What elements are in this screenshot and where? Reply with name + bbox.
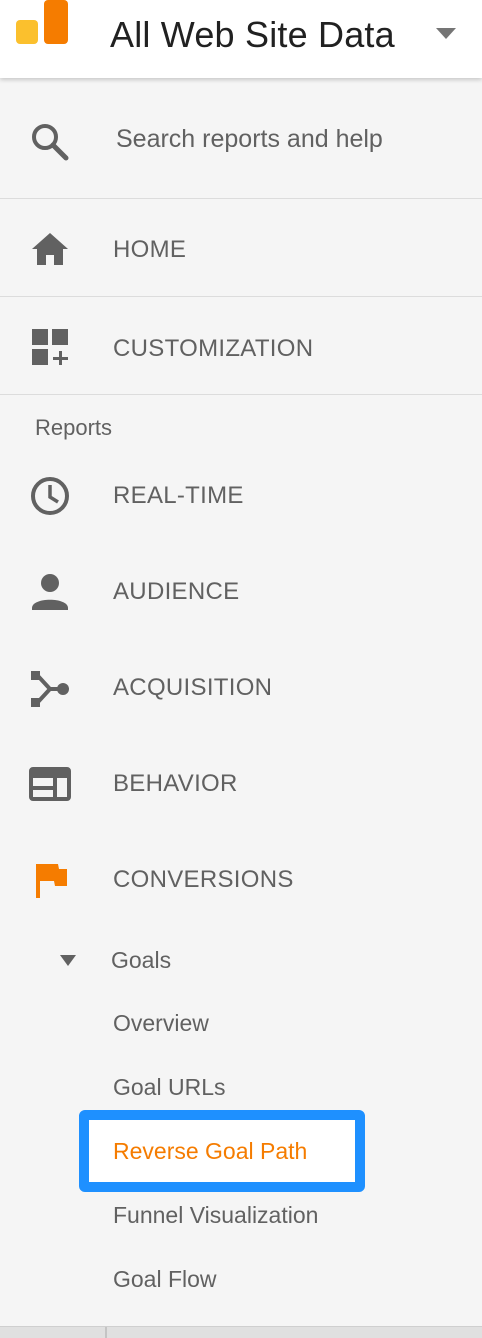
clock-icon — [31, 477, 69, 515]
dropdown-caret-icon[interactable] — [436, 28, 456, 40]
goals-overview-link[interactable]: Overview — [113, 1010, 209, 1037]
nav-customization-label: CUSTOMIZATION — [113, 335, 314, 362]
property-header: All Web Site Data — [0, 0, 482, 78]
home-icon — [32, 233, 68, 265]
toolbar-divider — [105, 1327, 107, 1338]
behavior-icon — [29, 767, 71, 801]
acquisition-icon — [31, 671, 69, 707]
person-icon — [32, 574, 68, 610]
search-bar[interactable]: Search reports and help — [0, 80, 482, 199]
nav-real-time[interactable]: REAL-TIME — [0, 448, 482, 544]
reverse-goal-path-link[interactable]: Reverse Goal Path — [113, 1138, 307, 1165]
nav-audience-label: AUDIENCE — [113, 578, 240, 605]
funnel-visualization-link[interactable]: Funnel Visualization — [113, 1202, 318, 1229]
search-icon — [32, 124, 69, 161]
nav-behavior-label: BEHAVIOR — [113, 770, 238, 797]
nav-home-label: HOME — [113, 236, 187, 263]
dashboard-add-icon — [32, 329, 68, 365]
nav-audience[interactable]: AUDIENCE — [0, 544, 482, 640]
goal-flow-link[interactable]: Goal Flow — [113, 1266, 217, 1293]
nav-acquisition[interactable]: ACQUISITION — [0, 640, 482, 736]
search-input[interactable]: Search reports and help — [116, 125, 383, 154]
analytics-logo-icon — [16, 0, 68, 44]
bottom-toolbar — [0, 1326, 482, 1338]
reports-section-heading: Reports — [35, 415, 113, 440]
nav-home[interactable]: HOME — [0, 199, 482, 297]
nav-conversions-label: CONVERSIONS — [113, 866, 294, 893]
nav-conversions[interactable]: CONVERSIONS — [0, 832, 482, 928]
nav-behavior[interactable]: BEHAVIOR — [0, 736, 482, 832]
goals-group-toggle[interactable]: Goals — [0, 940, 482, 980]
nav-customization[interactable]: CUSTOMIZATION — [0, 297, 482, 395]
expand-arrow-icon — [60, 955, 76, 966]
goals-label: Goals — [111, 947, 172, 973]
nav-acquisition-label: ACQUISITION — [113, 674, 273, 701]
property-selector[interactable]: All Web Site Data — [110, 14, 395, 56]
flag-icon — [36, 864, 67, 898]
goal-urls-link[interactable]: Goal URLs — [113, 1074, 225, 1101]
nav-real-time-label: REAL-TIME — [113, 482, 244, 509]
